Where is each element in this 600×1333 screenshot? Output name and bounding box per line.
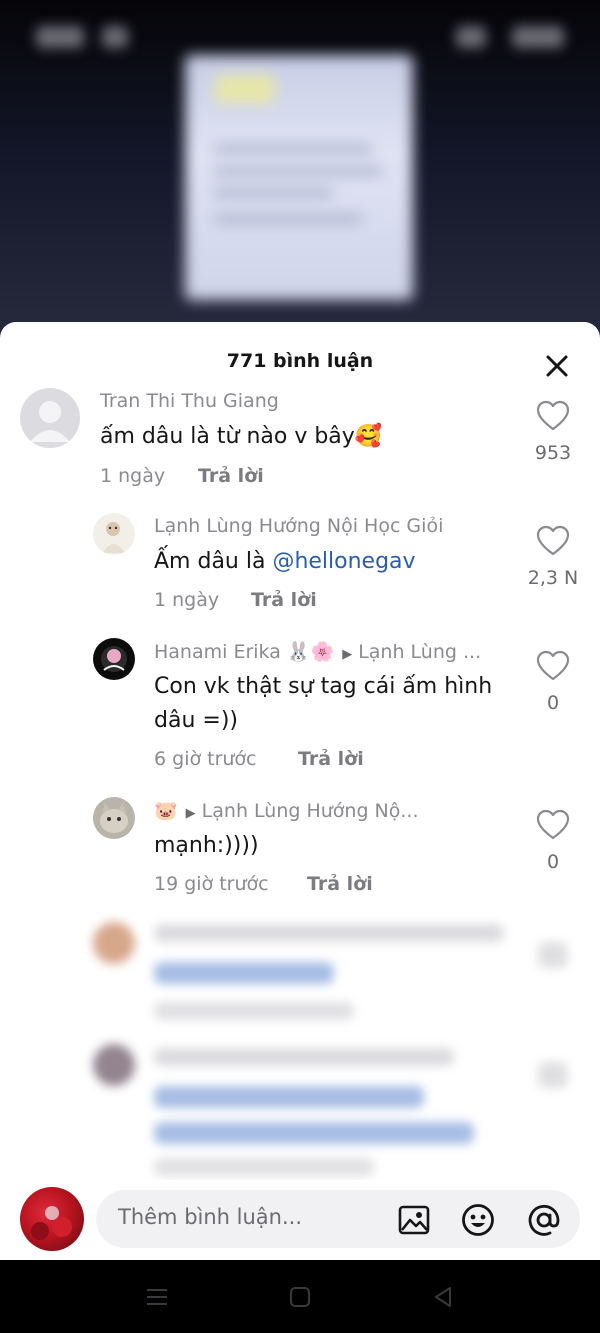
like-count: 2,3 N <box>527 567 579 589</box>
avatar[interactable] <box>20 388 80 448</box>
video-background[interactable] <box>0 0 600 360</box>
blurred-comments <box>0 902 600 1202</box>
comment-text-line: dâu =)) <box>154 708 238 733</box>
comment-reply-item: Hanami Erika 🐰🌸 ▶ Lạnh Lùng ... Con vk thậ… <box>0 632 600 782</box>
at-icon[interactable] <box>526 1202 562 1238</box>
comment-username[interactable]: Tran Thi Thu Giang <box>100 390 279 412</box>
comment-text: ấm dâu là từ nào v bây🥰 <box>100 424 383 449</box>
comment-username[interactable]: 🐷 ▶ Lạnh Lùng Hướng Nộ... <box>154 799 419 822</box>
comment-time: 1 ngày <box>154 589 220 611</box>
reply-to-username[interactable]: Lạnh Lùng ... <box>358 641 481 663</box>
username-text: 🐷 <box>154 800 178 822</box>
comment-input-placeholder: Thêm bình luận... <box>118 1205 302 1229</box>
reply-button[interactable]: Trả lời <box>251 589 317 611</box>
comment-count-title: 771 bình luận <box>226 350 374 372</box>
heart-outline-icon <box>536 809 570 840</box>
square-icon[interactable] <box>287 1284 313 1310</box>
avatar[interactable] <box>93 638 135 680</box>
comment-reply-item: 🐷 ▶ Lạnh Lùng Hướng Nộ... mạnh:)))) 19 giờ… <box>0 791 600 906</box>
like-count: 953 <box>534 442 572 464</box>
comment-reply-item: Lạnh Lùng Hướng Nội Học Giỏi Ấm dâu là @… <box>0 507 600 627</box>
reply-button[interactable]: Trả lời <box>307 873 373 895</box>
comment-input[interactable]: Thêm bình luận... <box>96 1190 580 1248</box>
comment-time: 1 ngày <box>100 465 166 487</box>
like-button[interactable]: 2,3 N <box>523 525 583 589</box>
reply-to-username[interactable]: Lạnh Lùng Hướng Nộ... <box>202 800 419 822</box>
mention-link[interactable]: @hellonegav <box>272 549 415 574</box>
triangle-back-icon[interactable] <box>430 1284 456 1310</box>
like-count: 0 <box>546 851 560 873</box>
reply-arrow-icon: ▶ <box>185 806 196 821</box>
comment-username[interactable]: Hanami Erika 🐰🌸 ▶ Lạnh Lùng ... <box>154 640 481 663</box>
comment-composer: Thêm bình luận... <box>0 1180 600 1260</box>
system-nav-bar <box>0 1260 600 1333</box>
comments-sheet: 771 bình luận Tran Thi Thu Giang ấm dâu … <box>0 322 600 1260</box>
reply-button[interactable]: Trả lời <box>198 465 264 487</box>
heart-outline-icon <box>536 400 570 431</box>
reply-button[interactable]: Trả lời <box>298 748 364 770</box>
username-text: Hanami Erika 🐰🌸 <box>154 641 335 663</box>
comment-text: mạnh:)))) <box>154 833 259 858</box>
comment-text-line: Con vk thật sự tag cái ấm hình <box>154 674 493 699</box>
video-frame <box>185 55 413 300</box>
comment-time: 6 giờ trước <box>154 748 257 770</box>
comment-text: Ấm dâu là @hellonegav <box>154 545 416 579</box>
reply-arrow-icon: ▶ <box>342 647 353 662</box>
like-button[interactable]: 953 <box>523 400 583 464</box>
menu-icon[interactable] <box>144 1284 170 1310</box>
like-button[interactable]: 0 <box>523 650 583 714</box>
avatar[interactable] <box>93 513 135 555</box>
comment-time: 19 giờ trước <box>154 873 269 895</box>
image-icon[interactable] <box>396 1202 432 1238</box>
avatar[interactable] <box>93 797 135 839</box>
comment-item: Tran Thi Thu Giang ấm dâu là từ nào v bâ… <box>0 382 600 502</box>
heart-outline-icon <box>536 525 570 556</box>
emoji-icon[interactable] <box>460 1202 496 1238</box>
comment-text: Con vk thật sự tag cái ấm hình dâu =)) <box>154 670 492 738</box>
current-user-avatar[interactable] <box>20 1187 84 1251</box>
like-count: 0 <box>546 692 560 714</box>
close-icon[interactable] <box>541 350 573 382</box>
heart-outline-icon <box>536 650 570 681</box>
comment-username[interactable]: Lạnh Lùng Hướng Nội Học Giỏi <box>154 515 443 537</box>
comment-text-prefix: Ấm dâu là <box>154 549 273 574</box>
like-button[interactable]: 0 <box>523 809 583 873</box>
